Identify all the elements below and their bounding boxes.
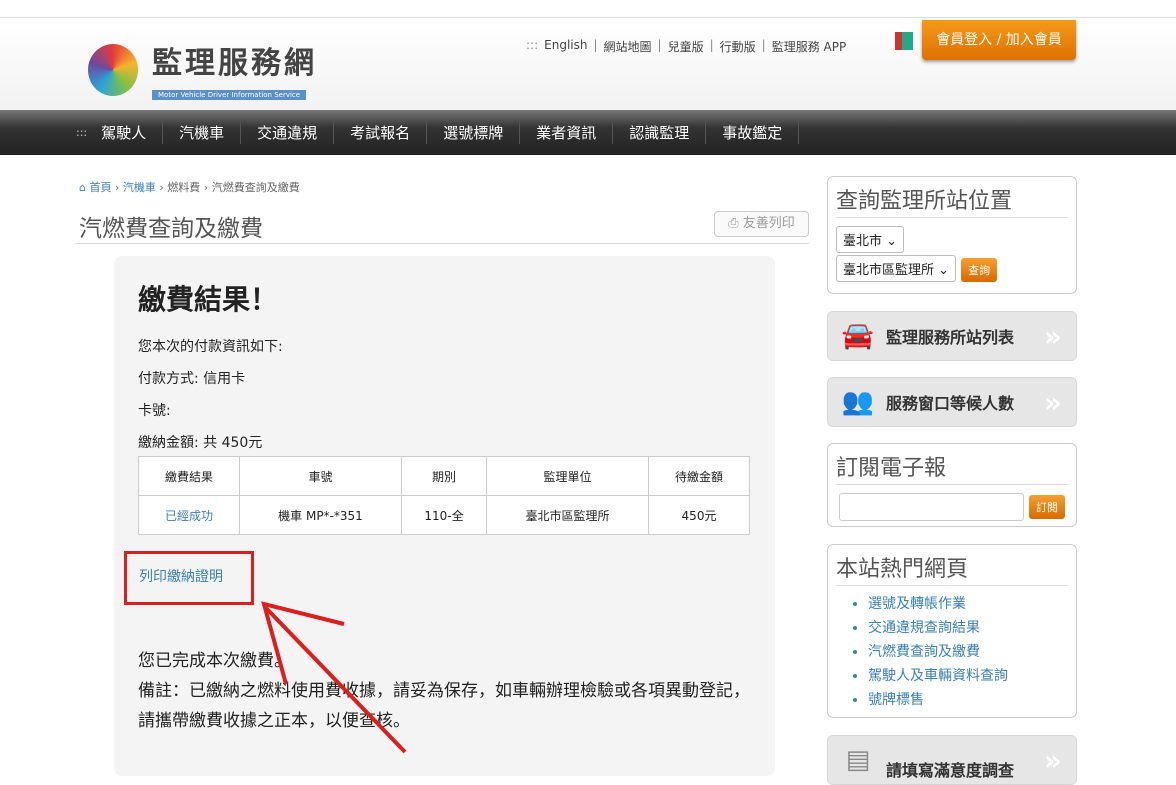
hot-link[interactable]: 汽燃費查詢及繳費 xyxy=(868,640,1076,664)
payment-intro: 您本次的付款資訊如下: xyxy=(138,339,283,355)
col-amount: 待繳金額 xyxy=(648,456,750,496)
crumb-home[interactable]: 首頁 xyxy=(89,181,111,194)
nav-traffic[interactable]: 交通違規 xyxy=(241,121,335,144)
hot-link[interactable]: 駕駛人及車輛資料查詢 xyxy=(868,664,1076,688)
page-title: 汽燃費查詢及繳費 xyxy=(79,216,263,242)
link-app[interactable]: 監理服務 APP xyxy=(772,38,847,55)
locate-title: 查詢監理所站位置 xyxy=(836,183,1068,218)
site-header: 監理服務網 Motor Vehicle Driver Information S… xyxy=(0,18,1176,110)
table-header: 繳費結果 車號 期別 監理單位 待繳金額 xyxy=(138,456,750,496)
logo-subtitle: Motor Vehicle Driver Information Service xyxy=(152,90,307,100)
waiting-label: 服務窗口等候人數 xyxy=(886,394,1015,413)
hot-link[interactable]: 交通違規查詢結果 xyxy=(868,616,1076,640)
logo-title: 監理服務網 xyxy=(152,46,317,81)
survey-label: 請填寫滿意度調查 xyxy=(886,761,1015,780)
col-office: 監理單位 xyxy=(486,456,649,496)
home-icon: ⌂ xyxy=(79,181,86,194)
survey-button[interactable]: ▤ 請填寫滿意度調查 » xyxy=(827,735,1077,785)
print-button[interactable]: ⎙ 友善列印 xyxy=(714,211,809,237)
title-divider xyxy=(75,243,809,244)
remark-text: 備註：已繳納之燃料使用費收據，請妥為保存，如車輛辦理檢驗或各項異動登記，請攜帶繳… xyxy=(138,681,750,731)
hot-pages-panel: 本站熱門網頁 選號及轉帳作業 交通違規查詢結果 汽燃費查詢及繳費 駕駛人及車輛資… xyxy=(827,544,1077,718)
car-icon: 🚘 xyxy=(841,321,875,351)
nav-vehicle[interactable]: 汽機車 xyxy=(163,121,242,144)
link-mobile[interactable]: 行動版 xyxy=(720,38,756,55)
payment-table: 繳費結果 車號 期別 監理單位 待繳金額 已經成功 機車 MP*-*351 11… xyxy=(138,456,750,535)
nav-plates[interactable]: 選號標牌 xyxy=(427,121,521,144)
top-strip xyxy=(0,0,1176,18)
nav-business[interactable]: 業者資訊 xyxy=(520,121,614,144)
payment-amount: 繳納金額: 共 450元 xyxy=(138,435,263,451)
table-row: 已經成功 機車 MP*-*351 110-全 臺北市區監理所 450元 xyxy=(138,495,750,535)
hot-link[interactable]: 號牌標售 xyxy=(868,688,1076,712)
logo-icon xyxy=(88,43,138,96)
double-chevron-icon: » xyxy=(1043,319,1062,353)
query-button[interactable]: 查詢 xyxy=(961,258,998,282)
cell-amount: 450元 xyxy=(648,495,750,535)
col-result: 繳費結果 xyxy=(138,456,240,496)
hot-title: 本站熱門網頁 xyxy=(836,551,1068,586)
breadcrumb: ⌂ 首頁 › 汽機車 › 燃料費 › 汽燃費查詢及繳費 xyxy=(79,181,300,194)
city-select[interactable]: 臺北市 ⌄ xyxy=(836,226,905,253)
waiting-count-button[interactable]: 👥 服務窗口等候人數 » xyxy=(827,377,1077,427)
cell-plate: 機車 MP*-*351 xyxy=(239,495,402,535)
result-heading: 繳費結果！ xyxy=(138,283,279,316)
main-nav: ::: 駕駛人 汽機車 交通違規 考試報名 選號標牌 業者資訊 認識監理 事故鑑… xyxy=(0,110,1176,155)
link-kids[interactable]: 兒童版 xyxy=(668,38,704,55)
nav-driver[interactable]: 駕駛人 xyxy=(101,121,164,144)
cell-result: 已經成功 xyxy=(138,495,240,535)
hot-link[interactable]: 選號及轉帳作業 xyxy=(868,592,1076,616)
printer-icon: ⎙ xyxy=(728,216,743,231)
nav-about[interactable]: 認識監理 xyxy=(613,121,707,144)
accessibility-icon[interactable] xyxy=(895,32,913,50)
completion-message: 您已完成本次繳費。 xyxy=(138,651,291,671)
subscribe-button[interactable]: 訂閱 xyxy=(1029,495,1065,519)
station-list-button[interactable]: 🚘 監理服務所站列表 » xyxy=(827,311,1077,361)
site-logo[interactable]: 監理服務網 Motor Vehicle Driver Information S… xyxy=(88,38,317,101)
col-plate: 車號 xyxy=(239,456,402,496)
print-proof-label: 列印繳納證明 xyxy=(139,569,223,585)
locate-station-panel: 查詢監理所站位置 臺北市 ⌄ 臺北市區監理所 ⌄ 查詢 xyxy=(827,176,1077,294)
office-value: 臺北市區監理所 xyxy=(843,263,935,278)
cell-period: 110-全 xyxy=(401,495,487,535)
result-panel: 繳費結果！ 您本次的付款資訊如下: 付款方式: 信用卡 卡號: 繳納金額: 共 … xyxy=(114,256,775,776)
login-button[interactable]: 會員登入 / 加入會員 xyxy=(922,20,1076,60)
card-number: 卡號: xyxy=(138,403,171,419)
nav-accident[interactable]: 事故鑑定 xyxy=(706,121,800,144)
print-proof-link[interactable]: 列印繳納證明 xyxy=(124,551,254,605)
city-value: 臺北市 xyxy=(843,234,883,249)
double-chevron-icon: » xyxy=(1043,743,1062,777)
newsletter-email-input[interactable] xyxy=(839,493,1024,521)
payment-method: 付款方式: 信用卡 xyxy=(138,371,246,387)
station-list-label: 監理服務所站列表 xyxy=(886,328,1015,347)
link-sitemap[interactable]: 網站地圖 xyxy=(604,38,652,55)
people-icon: 👥 xyxy=(841,387,875,417)
top-links: ::: English | 網站地圖 | 兒童版 | 行動版 | 監理服務 APP xyxy=(526,38,847,55)
col-period: 期別 xyxy=(401,456,487,496)
nav-exam[interactable]: 考試報名 xyxy=(334,121,428,144)
crumb-current: 汽燃費查詢及繳費 xyxy=(211,181,300,194)
newsletter-title: 訂閱電子報 xyxy=(836,450,1068,485)
crumb-vehicle[interactable]: 汽機車 xyxy=(123,181,156,194)
newsletter-panel: 訂閱電子報 訂閱 xyxy=(827,443,1077,527)
link-english[interactable]: English xyxy=(544,38,587,55)
cell-office: 臺北市區監理所 xyxy=(486,495,649,535)
print-label: 友善列印 xyxy=(742,216,795,231)
document-icon: ▤ xyxy=(845,745,871,775)
crumb-fuel: 燃料費 xyxy=(167,181,201,194)
office-select[interactable]: 臺北市區監理所 ⌄ xyxy=(836,255,957,282)
double-chevron-icon: » xyxy=(1043,385,1062,419)
